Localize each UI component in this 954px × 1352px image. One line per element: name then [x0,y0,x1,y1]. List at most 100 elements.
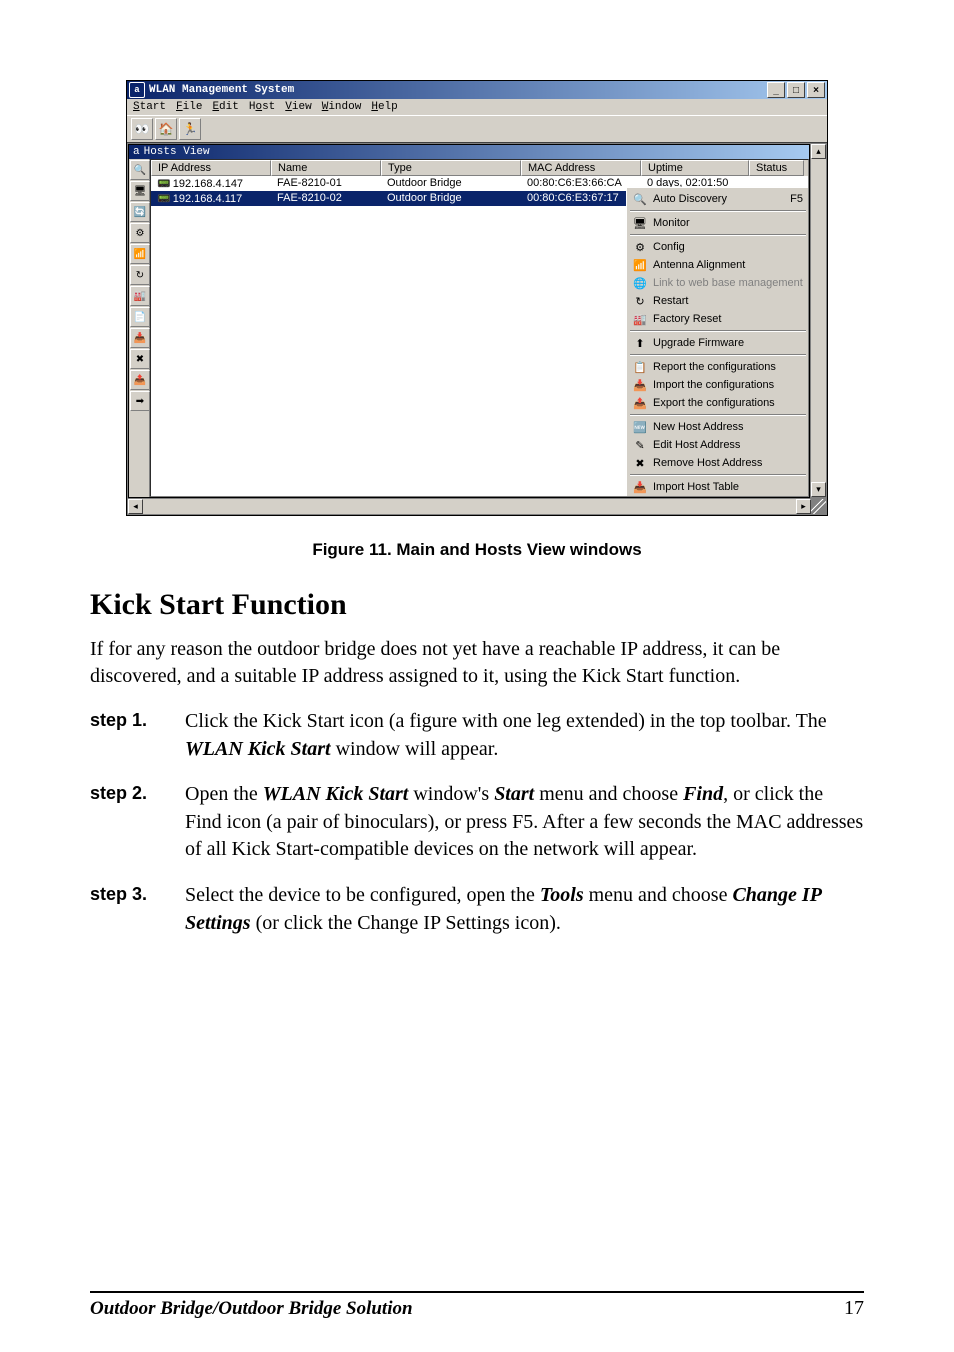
separator [630,210,806,212]
binoculars-icon: 👀 [135,122,150,136]
scroll-left-button[interactable]: ◂ [128,499,143,514]
footer-title: Outdoor Bridge/Outdoor Bridge Solution [90,1298,413,1320]
toolbar-button-3[interactable]: 🏃 [179,118,201,140]
col-uptime[interactable]: Uptime [641,160,749,176]
col-type[interactable]: Type [381,160,521,176]
cell-ip: 192.168.4.117 [173,193,243,205]
app-icon: a [129,82,145,98]
hosts-table: IP Address Name Type MAC Address Uptime … [150,159,809,497]
lt-export-host[interactable]: 📤 [130,370,150,390]
mdi-vertical-scrollbar[interactable]: ▴ ▾ [810,144,826,497]
host-icon: 📟 [157,178,171,190]
lt-config[interactable]: ⚙ [130,223,150,243]
import-icon: 📥 [633,378,647,392]
menu-edit[interactable]: Edit [212,101,238,113]
minimize-button[interactable]: _ [767,82,785,98]
cm-export-ht[interactable]: 📤 Export Host Table [629,496,807,497]
app-window: a WLAN Management System _ □ × Start Fil… [126,80,828,516]
cm-report[interactable]: 📋 Report the configurations [629,358,807,376]
menu-help[interactable]: Help [371,101,397,113]
edit-icon: ✎ [633,438,647,452]
hosts-view-window: a Hosts View 🔍 🖥 🔄 ⚙ 📶 ↻ 🏭 [128,144,810,498]
scroll-right-button[interactable]: ▸ [796,499,811,514]
refresh-icon: 🔄 [134,207,146,218]
menu-host[interactable]: Host [249,101,275,113]
export-host-icon: 📤 [134,375,146,386]
step-3: step 3. Select the device to be configur… [90,882,864,937]
page-footer: Outdoor Bridge/Outdoor Bridge Solution 1… [90,1291,864,1320]
restart-icon: ↻ [136,270,144,281]
delete-icon: ✖ [136,354,144,365]
hosts-view-icon: a [133,146,140,158]
separator [630,474,806,476]
lt-restart[interactable]: ↻ [130,265,150,285]
cm-restart[interactable]: ↻ Restart [629,292,807,310]
menu-start[interactable]: Start [133,101,166,113]
cm-edit-host[interactable]: ✎ Edit Host Address [629,436,807,454]
scroll-down-button[interactable]: ▾ [811,482,826,497]
step-label: step 3. [90,882,185,937]
cell-mac: 00:80:C6:E3:66:CA [521,176,641,191]
lt-delete[interactable]: ✖ [130,349,150,369]
col-mac[interactable]: MAC Address [521,160,641,176]
import-table-icon: 📥 [633,480,647,494]
antenna-icon: 📶 [633,258,647,272]
cell-name: FAE-8210-01 [271,176,381,191]
menu-window[interactable]: Window [322,101,362,113]
monitor-icon: 🖥 [134,186,147,197]
report-icon: 📋 [633,360,647,374]
scroll-up-button[interactable]: ▴ [811,144,826,159]
lt-reset[interactable]: 🏭 [130,286,150,306]
separator [630,414,806,416]
menu-bar: Start File Edit Host View Window Help [127,99,827,115]
col-ip[interactable]: IP Address [151,160,271,176]
menu-file[interactable]: File [176,101,202,113]
remove-icon: ✖ [633,456,647,470]
col-status[interactable]: Status [749,160,804,176]
step-body: Open the WLAN Kick Start window's Start … [185,781,864,864]
cm-link-web: 🌐 Link to web base management [629,274,807,292]
lt-binoculars[interactable]: 🔍 [130,160,150,180]
lt-doc[interactable]: 📄 [130,307,150,327]
cm-antenna[interactable]: 📶 Antenna Alignment [629,256,807,274]
export-icon: ➡ [136,396,144,407]
cm-auto-discovery[interactable]: 🔍 Auto Discovery F5 [629,190,807,208]
cm-remove-host[interactable]: ✖ Remove Host Address [629,454,807,472]
table-header: IP Address Name Type MAC Address Uptime … [151,160,808,176]
resize-grip[interactable] [811,499,826,514]
toolbar-button-1[interactable]: 👀 [131,118,153,140]
section-heading: Kick Start Function [90,588,864,622]
cm-import-cfg[interactable]: 📥 Import the configurations [629,376,807,394]
cm-monitor[interactable]: 🖥 Monitor [629,214,807,232]
kickstart-icon: 🏃 [183,122,198,136]
lt-antenna[interactable]: 📶 [130,244,150,264]
cm-import-ht[interactable]: 📥 Import Host Table [629,478,807,496]
export-icon: 📤 [633,396,647,410]
lt-export[interactable]: ➡ [130,391,150,411]
separator [630,234,806,236]
step-body: Click the Kick Start icon (a figure with… [185,708,864,763]
cm-factory-reset[interactable]: 🏭 Factory Reset [629,310,807,328]
menu-view[interactable]: View [285,101,311,113]
mdi-client-area: a Hosts View 🔍 🖥 🔄 ⚙ 📶 ↻ 🏭 [127,142,827,515]
close-button[interactable]: × [807,82,825,98]
lt-refresh[interactable]: 🔄 [130,202,150,222]
maximize-button[interactable]: □ [787,82,805,98]
host-icon: 📟 [157,193,171,205]
figure-caption: Figure 11. Main and Hosts View windows [90,540,864,560]
cm-upgrade[interactable]: ⬆ Upgrade Firmware [629,334,807,352]
cm-export-cfg[interactable]: 📤 Export the configurations [629,394,807,412]
mdi-horizontal-scrollbar[interactable]: ◂ ▸ [128,498,811,514]
cm-config[interactable]: ⚙ Config [629,238,807,256]
cm-new-host[interactable]: 🆕 New Host Address [629,418,807,436]
hosts-view-titlebar: a Hosts View [129,145,809,159]
toolbar-button-2[interactable]: 🏠 [155,118,177,140]
lt-import[interactable]: 📥 [130,328,150,348]
title-bar: a WLAN Management System _ □ × [127,81,827,99]
hosts-view-title: Hosts View [144,146,210,158]
col-name[interactable]: Name [271,160,381,176]
cell-type: Outdoor Bridge [381,191,521,206]
lt-monitor[interactable]: 🖥 [130,181,150,201]
hosts-left-toolbar: 🔍 🖥 🔄 ⚙ 📶 ↻ 🏭 📄 📥 ✖ 📤 ➡ [129,159,150,497]
monitor-icon: 🖥 [633,216,647,230]
